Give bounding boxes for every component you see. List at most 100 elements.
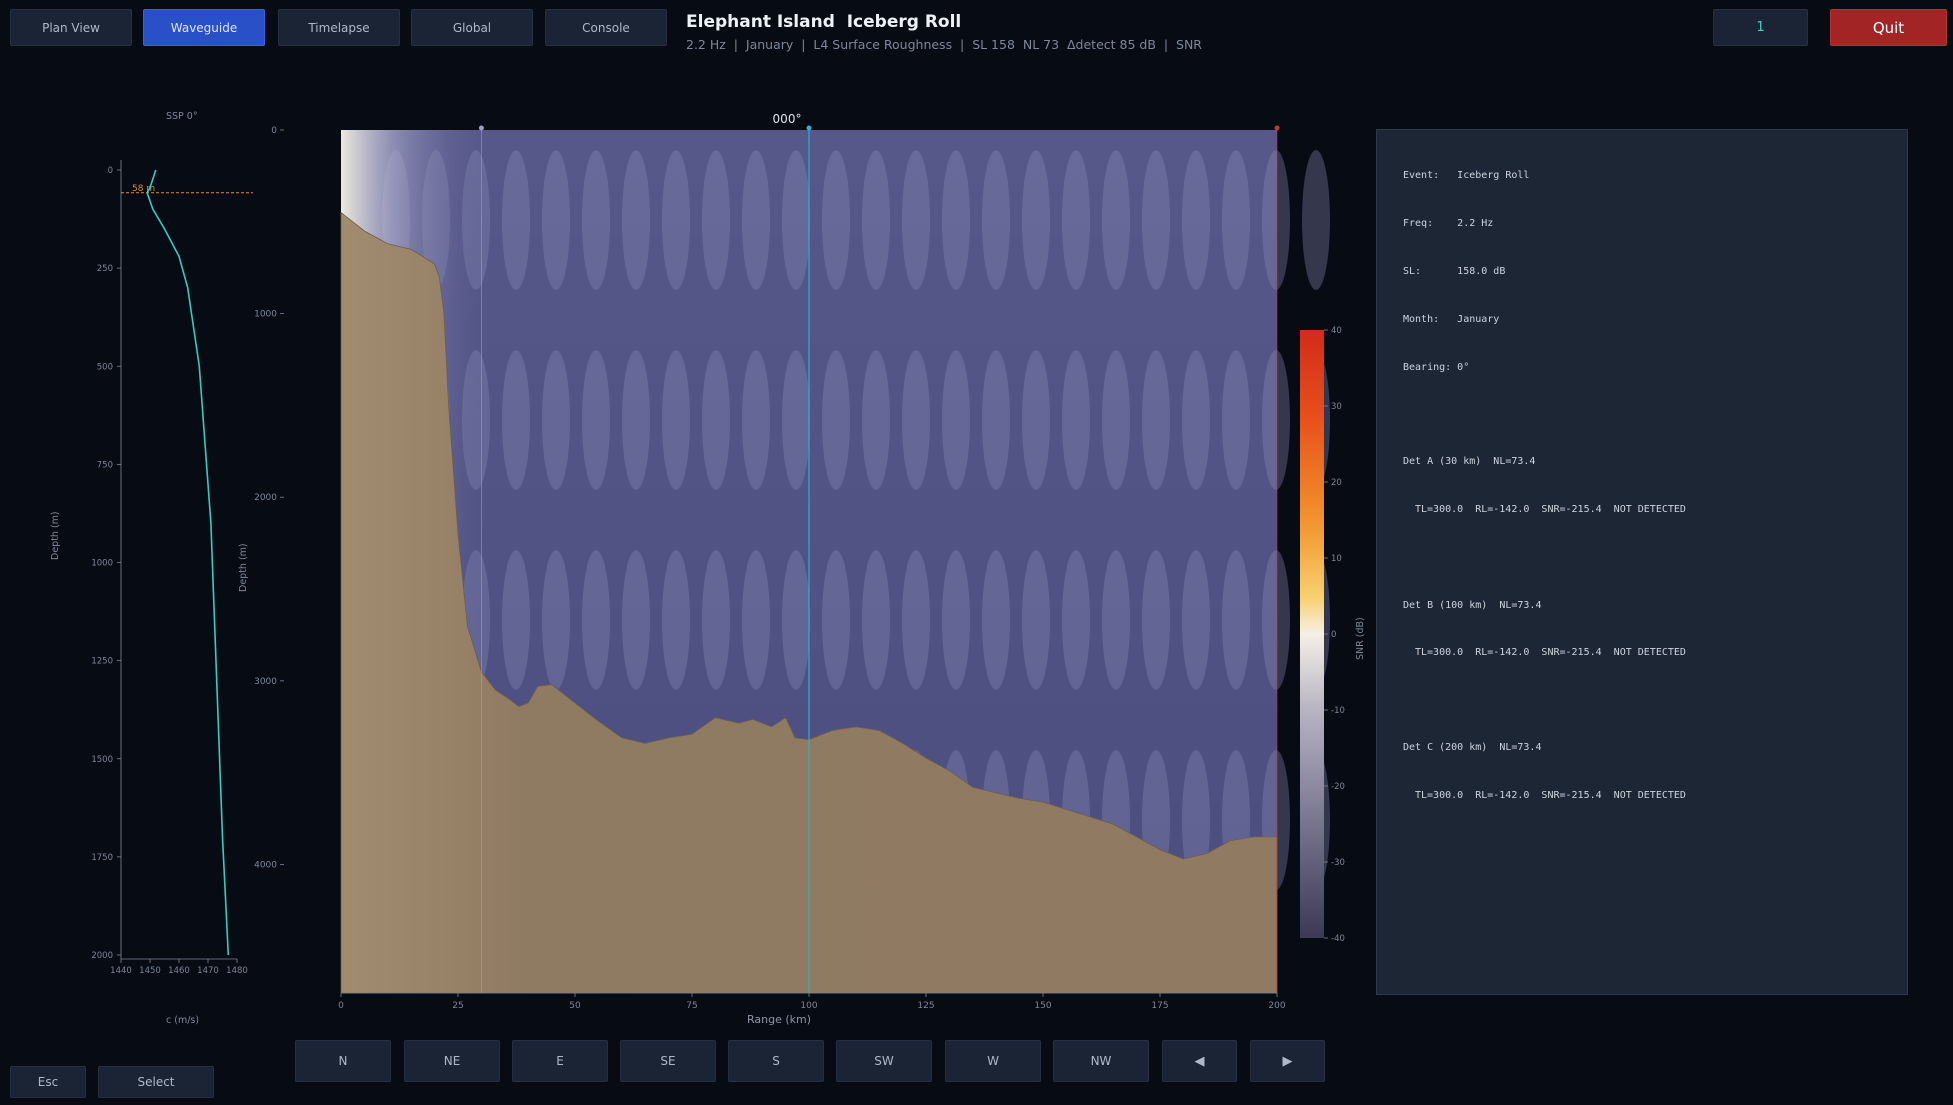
snr-band — [1102, 550, 1130, 690]
snr-band — [542, 550, 570, 690]
snr-band — [1102, 150, 1130, 290]
select-button[interactable]: Select — [98, 1066, 214, 1098]
snr-band — [582, 150, 610, 290]
range-tick-label: 150 — [1034, 1001, 1051, 1011]
snr-band — [902, 150, 930, 290]
snr-band — [1142, 150, 1170, 290]
bearing-w-button[interactable]: W — [945, 1040, 1041, 1082]
range-tick-label: 125 — [917, 1001, 934, 1011]
snr-band — [862, 150, 890, 290]
snr-band — [702, 350, 730, 490]
next-button[interactable]: ▶ — [1250, 1040, 1325, 1082]
ssp-depth-tick-label: 2000 — [91, 951, 113, 961]
det-c-header: Det C (200 km) NL=73.4 — [1403, 742, 1542, 753]
snr-band — [502, 150, 530, 290]
info-bearing: Bearing: 0° — [1403, 362, 1470, 373]
snr-band — [902, 550, 930, 690]
snr-band — [822, 350, 850, 490]
snr-band — [702, 550, 730, 690]
snr-band — [742, 150, 770, 290]
tab-plan-view[interactable]: Plan View — [10, 9, 132, 46]
bearing-s-button[interactable]: S — [728, 1040, 824, 1082]
snr-band — [1222, 350, 1250, 490]
tab-global[interactable]: Global — [411, 9, 533, 46]
quit-button[interactable]: Quit — [1830, 9, 1947, 46]
tab-waveguide[interactable]: Waveguide — [143, 9, 265, 46]
snr-band — [822, 550, 850, 690]
snr-band — [1262, 550, 1290, 690]
colorbar-tick-label: -20 — [1331, 782, 1345, 792]
ssp-depth-tick-label: 0 — [108, 166, 113, 176]
snr-band — [862, 350, 890, 490]
range-tick-label: 25 — [452, 1001, 463, 1011]
range-tick-label: 100 — [800, 1001, 817, 1011]
tab-timelapse[interactable]: Timelapse — [278, 9, 400, 46]
ssp-speed-tick-label: 1450 — [139, 966, 161, 976]
snr-band — [662, 550, 690, 690]
snr-band — [782, 350, 810, 490]
info-sl: SL: 158.0 dB — [1403, 266, 1506, 277]
snr-band — [982, 150, 1010, 290]
ssp-depth-tick-label: 250 — [97, 264, 113, 274]
snr-band — [1022, 150, 1050, 290]
snr-band — [782, 550, 810, 690]
ssp-depth-tick-label: 500 — [97, 362, 113, 372]
section-depth-tick-label: 3000 — [254, 677, 277, 687]
det-c-result: TL=300.0 RL=-142.0 SNR=-215.4 NOT DETECT… — [1415, 790, 1686, 801]
det-a-header: Det A (30 km) NL=73.4 — [1403, 456, 1536, 467]
snr-band — [542, 150, 570, 290]
colorbar-tick-label: -30 — [1331, 858, 1345, 868]
snr-band — [902, 350, 930, 490]
snr-band — [1062, 350, 1090, 490]
snr-band — [622, 150, 650, 290]
colorbar-tick-label: -40 — [1331, 934, 1345, 944]
detector-marker-dot[interactable] — [1274, 125, 1280, 131]
ssp-speed-tick-label: 1470 — [197, 966, 219, 976]
snr-band — [1222, 550, 1250, 690]
detector-marker-dot[interactable] — [478, 125, 484, 131]
snr-band — [742, 550, 770, 690]
section-depth-tick-label: 1000 — [254, 310, 277, 320]
range-tick-label: 75 — [686, 1001, 697, 1011]
snr-band — [862, 550, 890, 690]
info-freq: Freq: 2.2 Hz — [1403, 218, 1494, 229]
colorbar-gradient — [1300, 330, 1324, 938]
range-axis-label: Range (km) — [747, 1013, 811, 1026]
prev-button[interactable]: ◀ — [1162, 1040, 1237, 1082]
det-b-header: Det B (100 km) NL=73.4 — [1403, 600, 1542, 611]
snr-band — [1142, 550, 1170, 690]
colorbar-tick-label: -10 — [1331, 706, 1345, 716]
snr-band — [622, 550, 650, 690]
snr-band — [1022, 550, 1050, 690]
detector-marker-dot[interactable] — [806, 125, 812, 131]
snr-band — [502, 350, 530, 490]
tab-console[interactable]: Console — [545, 9, 667, 46]
snr-band — [502, 550, 530, 690]
range-tick-label: 0 — [338, 1001, 344, 1011]
snr-band — [542, 350, 570, 490]
esc-button[interactable]: Esc — [10, 1066, 86, 1098]
view-index-button[interactable]: 1 — [1713, 9, 1808, 46]
bearing-ne-button[interactable]: NE — [404, 1040, 500, 1082]
snr-band — [1182, 550, 1210, 690]
snr-band — [942, 150, 970, 290]
bearing-sw-button[interactable]: SW — [836, 1040, 932, 1082]
snr-band — [1142, 350, 1170, 490]
bearing-e-button[interactable]: E — [512, 1040, 608, 1082]
colorbar-tick-label: 10 — [1331, 554, 1342, 564]
snr-band — [702, 150, 730, 290]
bearing-n-button[interactable]: N — [295, 1040, 391, 1082]
snr-band — [942, 550, 970, 690]
det-a-result: TL=300.0 RL=-142.0 SNR=-215.4 NOT DETECT… — [1415, 504, 1686, 515]
snr-band — [1182, 150, 1210, 290]
range-tick-label: 50 — [569, 1001, 581, 1011]
snr-band — [1062, 550, 1090, 690]
bearing-nw-button[interactable]: NW — [1053, 1040, 1149, 1082]
snr-band — [1102, 350, 1130, 490]
snr-band — [662, 350, 690, 490]
snr-band — [742, 350, 770, 490]
snr-band — [982, 550, 1010, 690]
bearing-se-button[interactable]: SE — [620, 1040, 716, 1082]
section-depth-tick-label: 2000 — [254, 493, 277, 503]
ssp-speed-tick-label: 1440 — [110, 966, 132, 976]
